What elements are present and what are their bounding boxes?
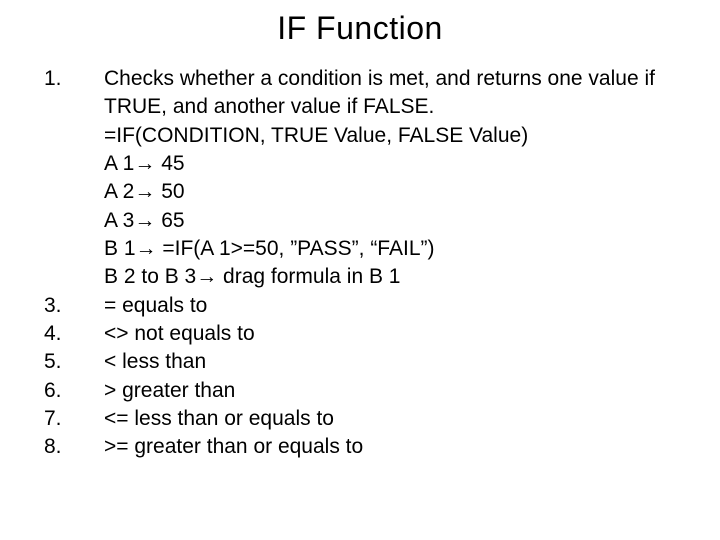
list-line: >= greater than or equals to: [104, 433, 680, 461]
list-number: 6.: [40, 377, 104, 405]
list-text: <> not equals to: [104, 320, 680, 348]
list-item: 1.Checks whether a condition is met, and…: [40, 65, 680, 292]
list-number: 5.: [40, 348, 104, 376]
list-line: <= less than or equals to: [104, 405, 680, 433]
list-text: <= less than or equals to: [104, 405, 680, 433]
list-number: 1.: [40, 65, 104, 292]
list-item: 6.> greater than: [40, 377, 680, 405]
list-number: 7.: [40, 405, 104, 433]
list-text: Checks whether a condition is met, and r…: [104, 65, 680, 292]
list-item: 7.<= less than or equals to: [40, 405, 680, 433]
slide-title: IF Function: [40, 10, 680, 47]
list-text: >= greater than or equals to: [104, 433, 680, 461]
list-line: A 1→ 45: [104, 150, 680, 178]
slide-body: 1.Checks whether a condition is met, and…: [40, 65, 680, 462]
list-line: <> not equals to: [104, 320, 680, 348]
list-line: A 3→ 65: [104, 207, 680, 235]
list-line: =IF(CONDITION, TRUE Value, FALSE Value): [104, 122, 680, 150]
list-number: 4.: [40, 320, 104, 348]
slide: IF Function 1.Checks whether a condition…: [0, 0, 720, 540]
list-number: 3.: [40, 292, 104, 320]
list-number: 8.: [40, 433, 104, 461]
list-line: A 2→ 50: [104, 178, 680, 206]
list-text: < less than: [104, 348, 680, 376]
list-line: Checks whether a condition is met, and r…: [104, 65, 680, 122]
list-text: > greater than: [104, 377, 680, 405]
list-item: 3.= equals to: [40, 292, 680, 320]
list-item: 5.< less than: [40, 348, 680, 376]
list-line: B 1→ =IF(A 1>=50, ”PASS”, “FAIL”): [104, 235, 680, 263]
list-line: < less than: [104, 348, 680, 376]
list-item: 8.>= greater than or equals to: [40, 433, 680, 461]
list-text: = equals to: [104, 292, 680, 320]
list-line: = equals to: [104, 292, 680, 320]
list-line: B 2 to B 3→ drag formula in B 1: [104, 263, 680, 291]
list-line: > greater than: [104, 377, 680, 405]
list-item: 4.<> not equals to: [40, 320, 680, 348]
